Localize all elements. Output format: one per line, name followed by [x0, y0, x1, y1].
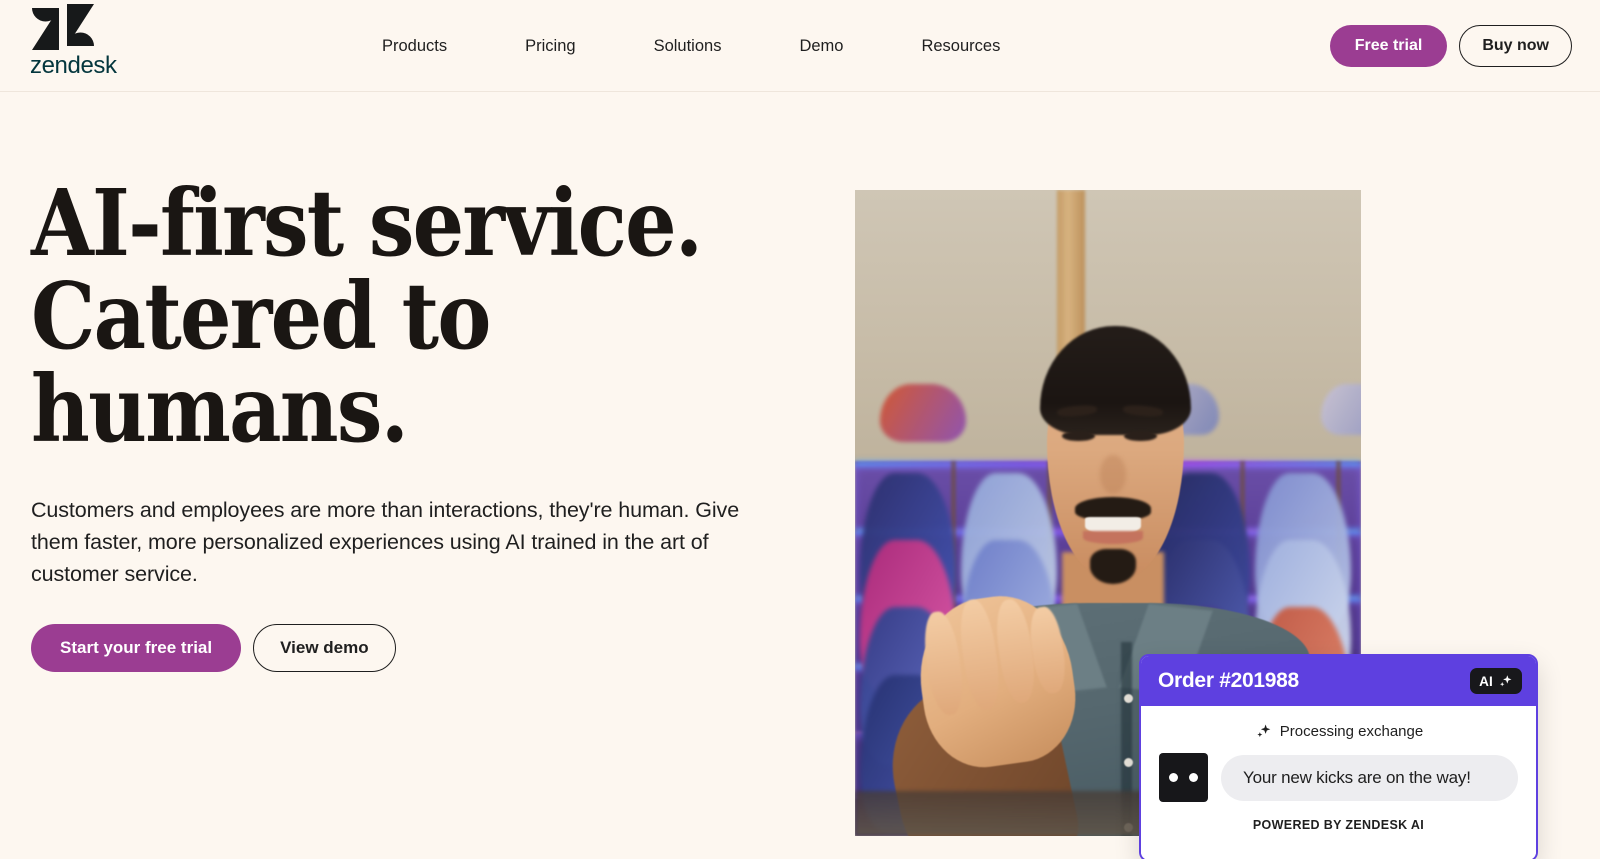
page-title: AI-first service. Catered to humans. — [31, 169, 703, 463]
zendesk-logo-icon — [32, 4, 94, 50]
hero-section: AI-first service. Catered to humans. Cus… — [0, 92, 1600, 859]
ai-badge-label: AI — [1479, 673, 1493, 689]
processing-label: Processing exchange — [1279, 722, 1424, 740]
chat-widget-body: Processing exchange Your new kicks are o… — [1141, 706, 1536, 859]
bot-face-icon — [1159, 753, 1208, 802]
site-header: zendesk Products Pricing Solutions Demo … — [0, 0, 1600, 92]
zendesk-logo-link[interactable]: zendesk — [30, 4, 150, 84]
order-chat-widget: Order #201988 AI Processing exchange You… — [1139, 654, 1538, 859]
free-trial-button[interactable]: Free trial — [1329, 25, 1448, 67]
chat-message-row: Your new kicks are on the way! — [1159, 753, 1518, 802]
processing-status: Processing exchange — [1159, 722, 1518, 740]
start-free-trial-button[interactable]: Start your free trial — [31, 624, 242, 672]
header-actions: Free trial Buy now — [1329, 0, 1572, 92]
view-demo-button[interactable]: View demo — [253, 624, 396, 672]
powered-by-label: POWERED BY ZENDESK AI — [1252, 818, 1425, 832]
nav-item-pricing[interactable]: Pricing — [525, 29, 575, 64]
nav-item-resources[interactable]: Resources — [921, 29, 1000, 64]
chat-message-bubble: Your new kicks are on the way! — [1221, 754, 1518, 801]
hero-copy: AI-first service. Catered to humans. Cus… — [31, 177, 821, 672]
sparkle-icon — [1257, 724, 1271, 738]
nav-item-products[interactable]: Products — [382, 29, 447, 64]
main-navigation: Products Pricing Solutions Demo Resource… — [382, 0, 1000, 92]
nav-item-solutions[interactable]: Solutions — [654, 29, 722, 64]
ai-badge: AI — [1470, 668, 1522, 694]
nav-item-demo[interactable]: Demo — [799, 29, 843, 64]
order-title: Order #201988 — [1158, 669, 1299, 692]
buy-now-button[interactable]: Buy now — [1459, 25, 1572, 67]
chat-widget-header: Order #201988 AI — [1141, 656, 1536, 706]
sparkle-icon — [1500, 675, 1512, 687]
hero-subtitle: Customers and employees are more than in… — [31, 498, 740, 586]
hero-cta-group: Start your free trial View demo — [31, 624, 821, 672]
zendesk-wordmark: zendesk — [30, 52, 117, 79]
